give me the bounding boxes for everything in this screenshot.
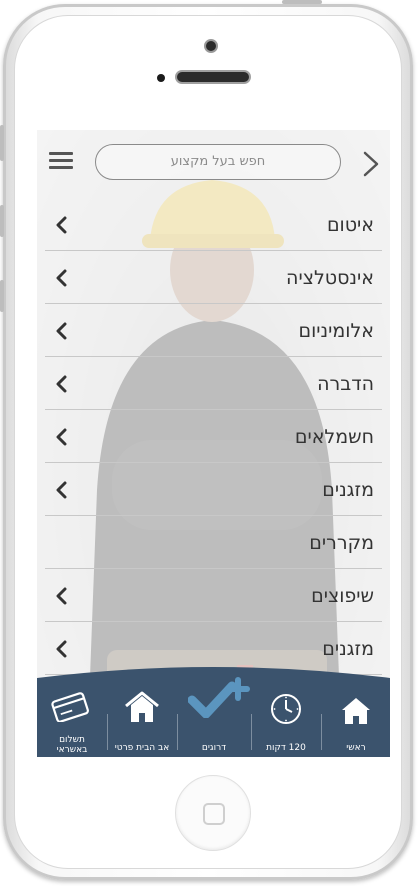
volume-down-button	[0, 280, 4, 312]
volume-up-button	[0, 205, 4, 237]
tab-private-home[interactable]: אב הבית פרטי	[108, 688, 176, 757]
list-item-label: מזגנים	[322, 479, 374, 501]
tab-payment-label-line2: באשראי	[56, 745, 88, 755]
list-item-label: אינסטלציה	[286, 267, 374, 289]
tab-ratings[interactable]: דרוגים	[178, 677, 250, 757]
tab-private-home-label: אב הבית פרטי	[114, 743, 170, 753]
list-item-label: חשמלאים	[294, 426, 374, 448]
list-item-label: איטום	[326, 214, 374, 236]
chevron-left-icon	[56, 375, 67, 393]
search-input[interactable]: חפש בעל מקצוע	[95, 144, 341, 180]
tab-120-minutes[interactable]: 120 דקות	[252, 688, 320, 757]
checkmark-plus-icon	[188, 677, 250, 718]
list-item[interactable]: אינסטלציה	[45, 251, 382, 304]
front-camera	[204, 39, 218, 53]
list-item-label: אלומיניום	[298, 320, 374, 342]
clock-icon	[271, 694, 301, 724]
list-item[interactable]: אלומיניום	[45, 304, 382, 357]
chevron-left-icon	[56, 269, 67, 287]
chevron-left-icon	[56, 481, 67, 499]
home-button-square-icon	[203, 803, 225, 825]
home-button[interactable]	[175, 775, 251, 851]
list-item-label: שיפוצים	[311, 585, 374, 607]
menu-icon[interactable]	[49, 152, 73, 170]
bottom-tab-bar: תשלום באשראי אב הבית פרטי דרוגים 120 דקו…	[37, 667, 390, 757]
list-item[interactable]: מזגנים	[45, 463, 382, 516]
app-screen: חפש בעל מקצוע איטום אינסטלציה אלומיניום …	[37, 130, 390, 757]
earpiece-speaker	[175, 70, 251, 84]
chevron-left-icon	[56, 216, 67, 234]
list-item-label: הדברה	[317, 373, 374, 395]
tab-payment-label: תשלום באשראי	[37, 735, 107, 755]
tab-120-minutes-label: 120 דקות	[266, 743, 306, 753]
chevron-left-icon	[56, 640, 67, 658]
proximity-sensor	[157, 74, 165, 82]
list-item[interactable]: איטום	[45, 198, 382, 251]
list-item[interactable]: שיפוצים	[45, 569, 382, 622]
list-item[interactable]: הדברה	[45, 357, 382, 410]
list-item[interactable]: מקררים	[45, 516, 382, 569]
power-button	[282, 0, 322, 4]
chevron-left-icon	[56, 322, 67, 340]
chevron-right-icon[interactable]	[359, 150, 383, 178]
credit-card-icon	[51, 692, 89, 722]
home-icon	[342, 698, 370, 724]
category-list: איטום אינסטלציה אלומיניום הדברה חשמלאים …	[37, 198, 390, 675]
tab-main-label: ראשי	[346, 743, 366, 753]
house-icon	[125, 691, 159, 722]
chevron-left-icon	[56, 428, 67, 446]
list-item[interactable]: חשמלאים	[45, 410, 382, 463]
mute-switch	[0, 125, 4, 161]
chevron-left-icon	[56, 587, 67, 605]
tab-payment[interactable]: תשלום באשראי	[37, 688, 107, 757]
list-item-label: מקררים	[309, 532, 374, 554]
tab-ratings-label: דרוגים	[201, 743, 227, 753]
tab-payment-label-line1: תשלום	[59, 735, 85, 745]
tab-main[interactable]: ראשי	[322, 688, 390, 757]
app-header: חפש בעל מקצוע	[37, 130, 390, 198]
